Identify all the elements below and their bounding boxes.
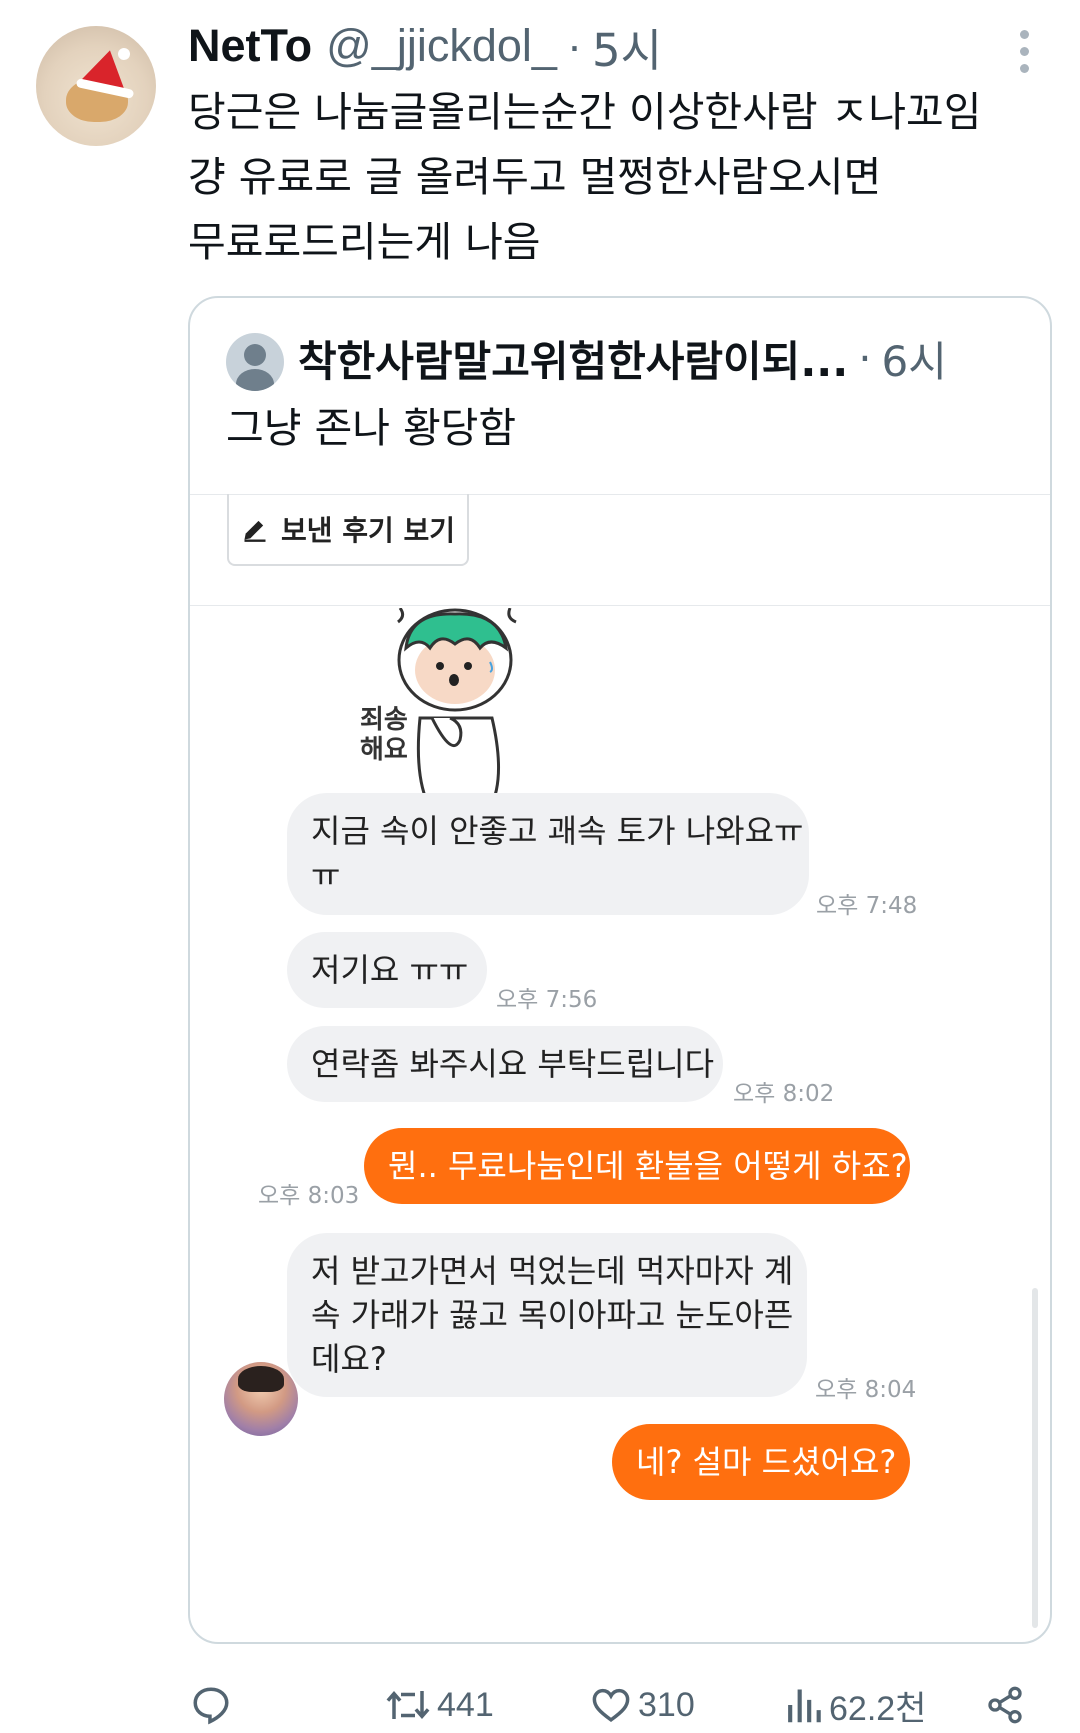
- retweet-icon: [386, 1690, 430, 1720]
- views-button[interactable]: 62.2천: [785, 1680, 926, 1730]
- more-options-icon[interactable]: [1018, 30, 1030, 74]
- separator-dot: ·: [566, 20, 582, 71]
- view-sent-review-button[interactable]: 보낸 후기 보기: [227, 494, 469, 566]
- chat-bubble-incoming: 저기요 ㅠㅠ: [287, 932, 487, 1008]
- message-time: 오후 7:56: [496, 987, 598, 1013]
- chat-bubble-incoming: 연락좀 봐주시요 부탁드립니다: [287, 1026, 723, 1102]
- display-name[interactable]: NetTo: [188, 20, 312, 72]
- reply-icon: [193, 1687, 229, 1725]
- tweet-text: 당근은 나눔글올리는순간 이상한사람 ㅈ나꼬임 걍 유료로 글 올려두고 멀쩡한…: [188, 80, 1048, 275]
- chat-bubble-outgoing: 네? 설마 드셨어요?: [612, 1424, 910, 1500]
- tweet-action-bar: 441 310 62.2천: [0, 1680, 1080, 1733]
- message-time: 오후 7:48: [816, 893, 918, 919]
- quoted-tweet-card[interactable]: 착한사람말고위험한사람이되... · 6시 그냥 존나 황당함 보낸 후기 보기…: [188, 296, 1052, 1644]
- quoted-text: 그냥 존나 황당함: [226, 404, 517, 452]
- quoted-header: 착한사람말고위험한사람이되... · 6시: [298, 326, 947, 390]
- tweet-header: NetTo @_jjickdol_ · 5시: [188, 18, 662, 77]
- tweet-text-line: 당근은 나눔글올리는순간 이상한사람 ㅈ나꼬임: [188, 88, 982, 136]
- retweet-count: 441: [437, 1685, 494, 1724]
- sticker-caption-1: 죄송: [360, 705, 408, 735]
- author-avatar[interactable]: [36, 26, 156, 146]
- quoted-time: 6시: [881, 336, 947, 386]
- tweet-time[interactable]: 5시: [592, 14, 662, 79]
- quoted-author-avatar: [226, 333, 284, 391]
- message-time: 오후 8:03: [258, 1183, 360, 1209]
- chat-bubble-outgoing: 뭔.. 무료나눔인데 환불을 어떻게 하죠?: [364, 1128, 910, 1204]
- heart-icon: [592, 1688, 630, 1723]
- message-time: 오후 8:04: [815, 1377, 917, 1403]
- reply-button[interactable]: [190, 1680, 232, 1730]
- views-count: 62.2천: [829, 1689, 927, 1728]
- sticker-caption-2: 해요: [360, 735, 408, 765]
- share-button[interactable]: [985, 1680, 1025, 1730]
- like-count: 310: [638, 1685, 695, 1724]
- chat-scrollbar[interactable]: [1032, 1288, 1038, 1628]
- like-button[interactable]: 310: [590, 1680, 695, 1730]
- retweet-button[interactable]: 441: [385, 1680, 494, 1730]
- chat-bubble-incoming: 저 받고가면서 먹었는데 먹자마자 계 속 가래가 끓고 목이아파고 눈도아픈 …: [287, 1233, 807, 1397]
- quoted-display-name: 착한사람말고위험한사람이되...: [298, 336, 849, 386]
- divider: [190, 605, 1050, 606]
- message-time: 오후 8:02: [733, 1081, 835, 1107]
- chat-bubble-incoming: 지금 속이 안좋고 괘속 토가 나와요ㅠ ㅠ: [287, 793, 809, 915]
- share-icon: [988, 1686, 1022, 1724]
- chat-partner-avatar: [224, 1362, 298, 1436]
- tweet-text-line: 무료로드리는게 나음: [188, 218, 541, 266]
- separator-dot: ·: [858, 333, 872, 383]
- views-icon: [788, 1689, 821, 1723]
- review-button-label: 보낸 후기 보기: [280, 514, 456, 547]
- tweet-text-line: 걍 유료로 글 올려두고 멀쩡한사람오시면: [188, 153, 882, 201]
- user-handle[interactable]: @_jjickdol_: [326, 20, 557, 72]
- pencil-icon: [244, 520, 266, 542]
